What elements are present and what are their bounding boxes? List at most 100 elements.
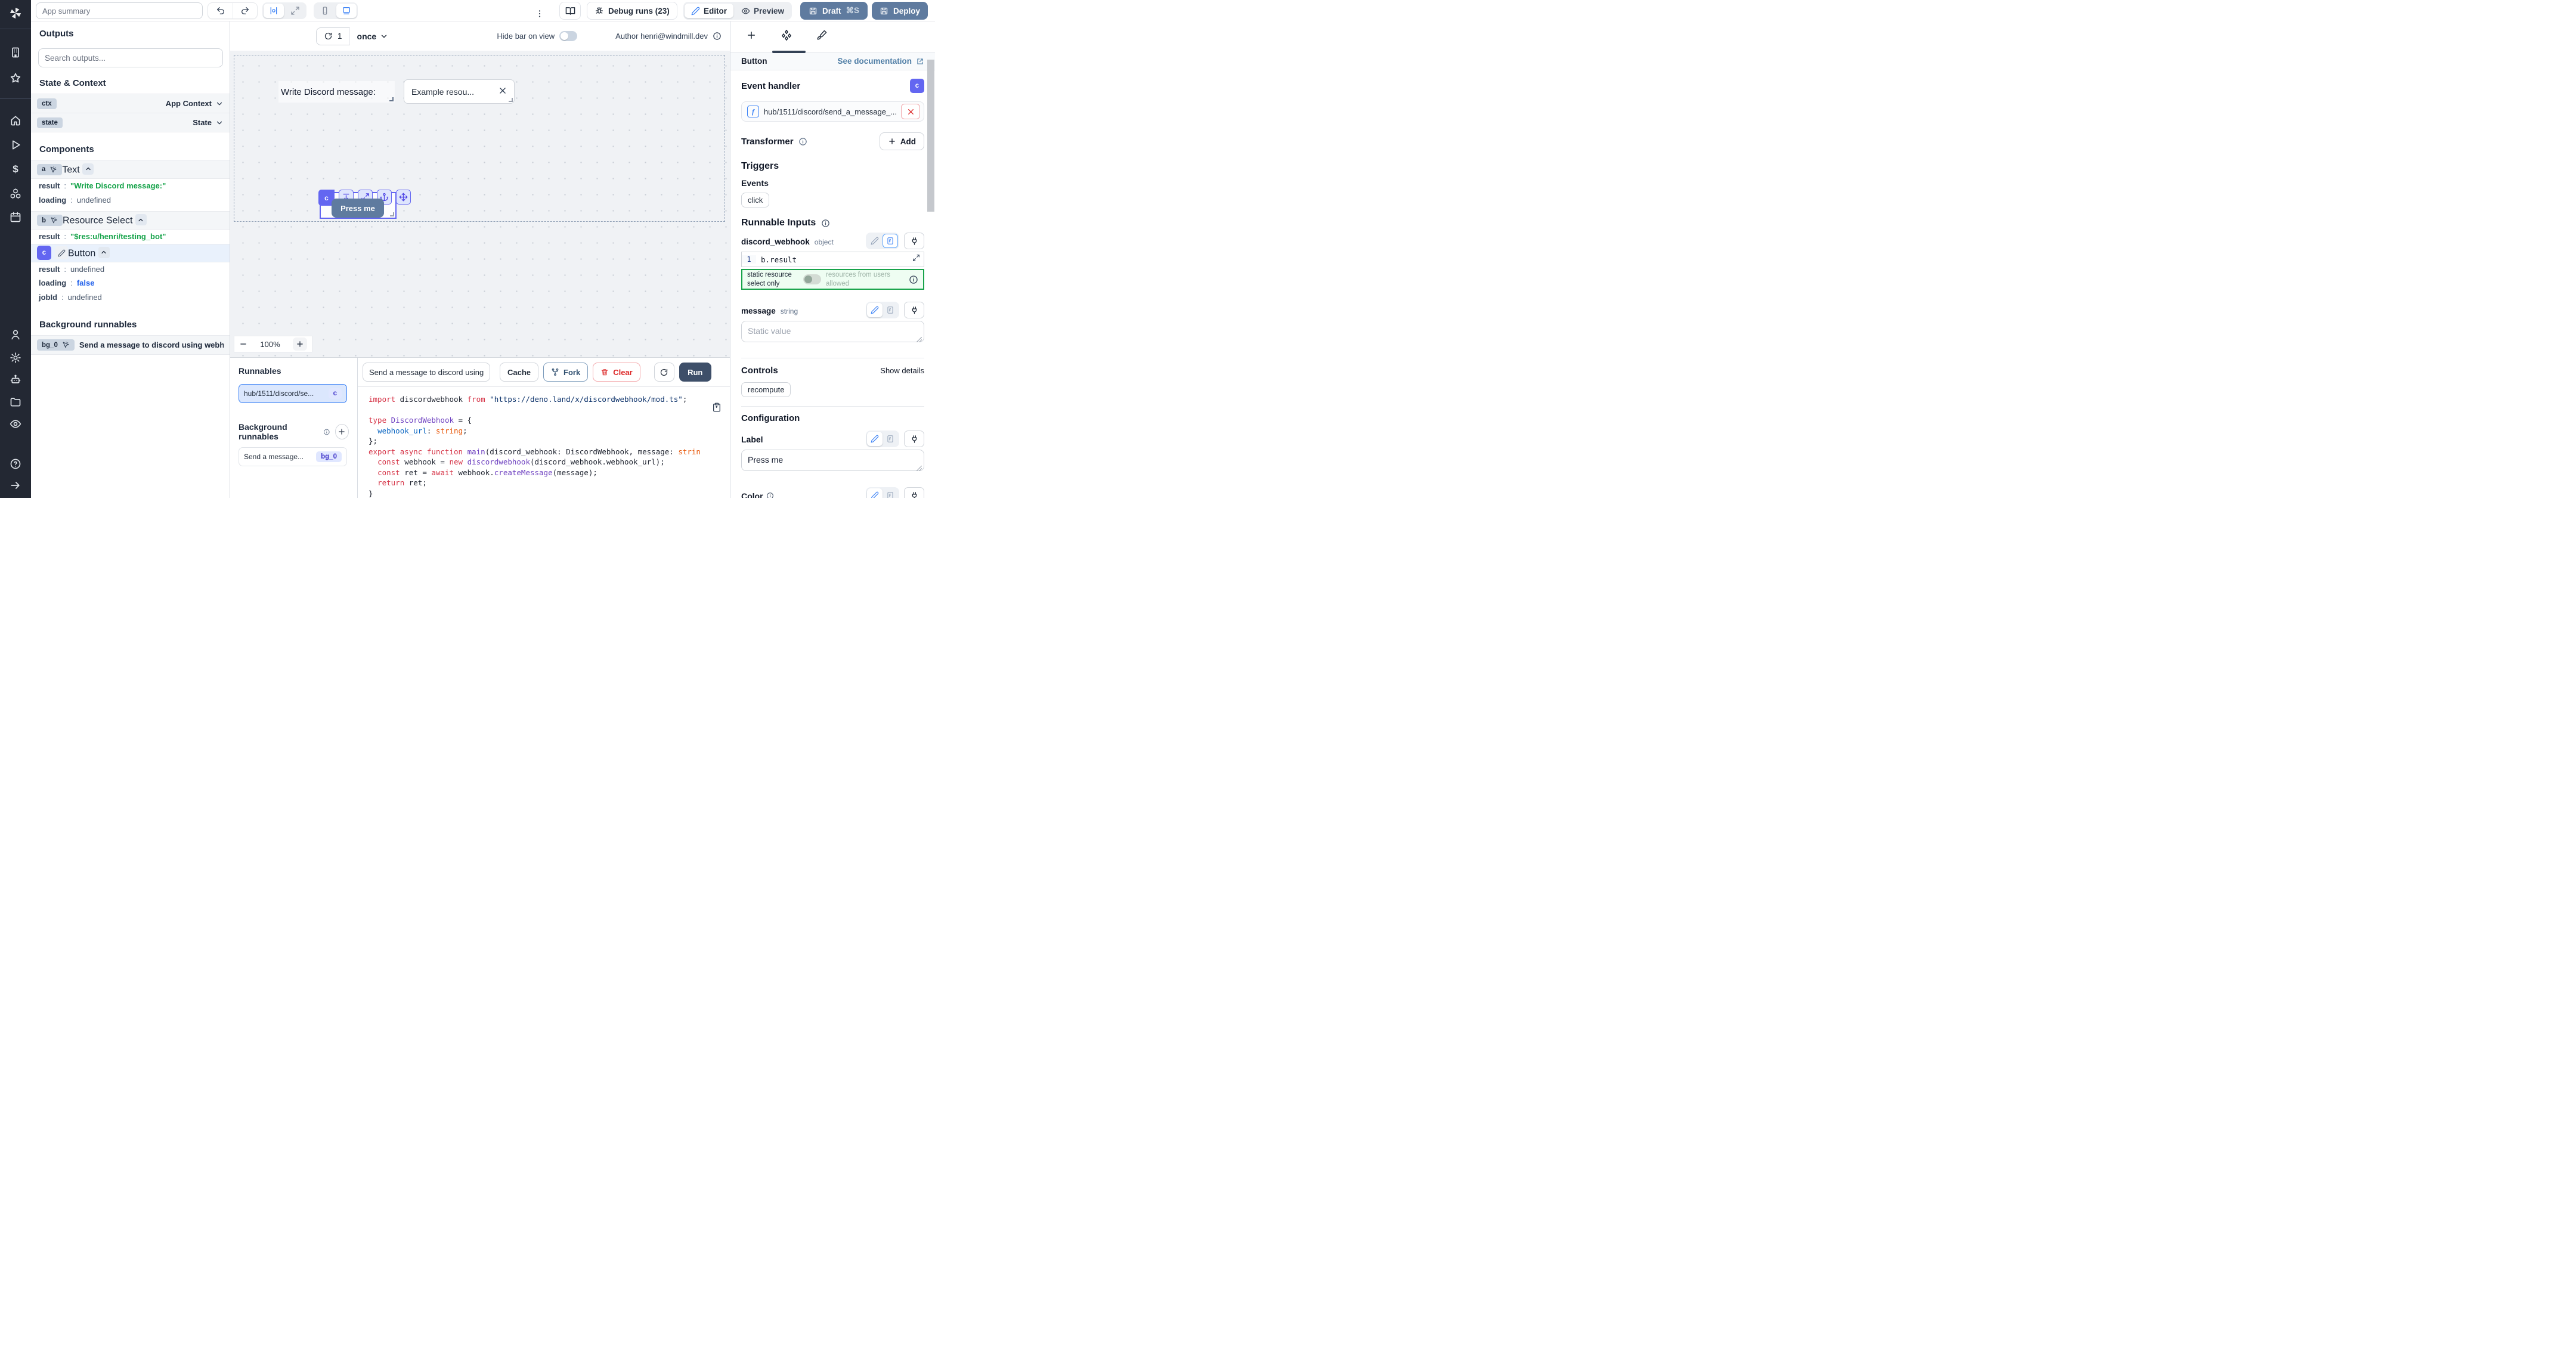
deploy-button[interactable]: Deploy	[872, 2, 928, 20]
runnable-name-input[interactable]	[363, 363, 490, 382]
tab-editor[interactable]: Editor	[685, 4, 733, 18]
refresh-mode-dropdown[interactable]: once	[350, 27, 396, 45]
mobile-view-button[interactable]	[315, 4, 335, 18]
static-pencil-icon[interactable]	[867, 488, 883, 498]
connect-plug-icon[interactable]	[904, 233, 924, 249]
expr-function-icon[interactable]	[883, 488, 898, 498]
expr-function-icon[interactable]	[883, 234, 898, 248]
info-icon[interactable]	[909, 275, 918, 284]
collapse-chevron-icon[interactable]	[135, 214, 147, 225]
show-details-link[interactable]: Show details	[880, 366, 924, 375]
event-handler-runnable[interactable]: f hub/1511/discord/send_a_message_...	[741, 101, 924, 122]
remove-runnable-button[interactable]	[901, 104, 920, 119]
zoom-out-button[interactable]	[239, 340, 247, 348]
redo-button[interactable]	[233, 3, 257, 18]
clear-button[interactable]: Clear	[593, 363, 640, 382]
refresh-code-button[interactable]	[654, 363, 674, 382]
undo-button[interactable]	[208, 3, 233, 18]
run-button[interactable]: Run	[679, 363, 711, 382]
copy-code-icon[interactable]	[712, 402, 722, 415]
app-canvas[interactable]: Write Discord message: Example resou... …	[230, 51, 730, 358]
workers-icon[interactable]	[8, 373, 23, 387]
debug-runs-button[interactable]: Debug runs (23)	[587, 2, 677, 20]
bg-runnable-item[interactable]: Send a message... bg_0	[239, 447, 347, 466]
collapse-arrow-icon[interactable]	[8, 478, 23, 493]
cache-button[interactable]: Cache	[500, 363, 538, 382]
output-row[interactable]: result:"Write Discord message:"	[31, 179, 230, 193]
static-pencil-icon[interactable]	[867, 432, 883, 446]
insert-component-tab[interactable]	[746, 30, 757, 44]
expr-function-icon[interactable]	[883, 303, 898, 317]
draft-button[interactable]: Draft ⌘S	[800, 2, 868, 20]
output-row[interactable]: result:undefined	[31, 262, 230, 277]
edit-id-pencil-icon[interactable]	[55, 246, 68, 259]
search-outputs-input[interactable]	[38, 48, 223, 67]
tab-preview[interactable]: Preview	[735, 4, 791, 18]
add-transformer-button[interactable]: Add	[880, 132, 924, 150]
fork-button[interactable]: Fork	[543, 363, 588, 382]
settings-gear-icon[interactable]	[8, 351, 23, 365]
connect-plug-icon[interactable]	[904, 431, 924, 447]
apps-icon[interactable]	[8, 45, 23, 60]
connect-plug-icon[interactable]	[904, 487, 924, 498]
hide-bar-toggle[interactable]	[559, 31, 577, 41]
connect-plug-icon[interactable]	[904, 302, 924, 318]
label-value-input[interactable]: Press me	[741, 450, 924, 471]
resize-handle[interactable]	[390, 212, 394, 216]
resize-handle[interactable]	[509, 98, 513, 102]
component-a-header[interactable]: a Text	[31, 160, 230, 179]
expr-function-icon[interactable]	[883, 432, 898, 446]
collapse-chevron-icon[interactable]	[82, 163, 94, 175]
add-background-runnable-button[interactable]	[335, 424, 349, 439]
ctx-row[interactable]: ctx App Context	[31, 94, 230, 113]
desktop-view-button[interactable]	[336, 4, 357, 18]
folders-icon[interactable]	[8, 395, 23, 409]
click-event-chip[interactable]: click	[741, 193, 769, 207]
fullwidth-layout-button[interactable]	[285, 4, 305, 18]
expand-editor-icon[interactable]	[912, 254, 920, 265]
message-static-input[interactable]	[741, 321, 924, 342]
schedules-icon[interactable]	[8, 210, 23, 224]
component-settings-tab[interactable]	[781, 29, 792, 44]
info-icon[interactable]	[713, 32, 722, 41]
windmill-logo-icon[interactable]	[8, 6, 23, 20]
variables-icon[interactable]: $	[8, 162, 23, 176]
expression-editor[interactable]: 1 b.result	[741, 252, 924, 267]
recompute-chip[interactable]: recompute	[741, 382, 791, 397]
resize-grip[interactable]	[917, 337, 922, 342]
bg0-row[interactable]: bg_0 Send a message to discord using web…	[31, 336, 230, 355]
chevron-down-icon[interactable]	[215, 119, 224, 127]
help-icon[interactable]	[8, 457, 23, 471]
move-icon[interactable]	[396, 190, 411, 205]
see-documentation-link[interactable]: See documentation	[837, 57, 924, 66]
resource-select-component[interactable]: Example resou...	[404, 79, 515, 104]
code-editor[interactable]: import discordwebhook from "https://deno…	[358, 386, 730, 498]
documentation-book-icon[interactable]	[559, 2, 581, 20]
user-icon[interactable]	[8, 327, 23, 342]
resize-grip[interactable]	[917, 466, 922, 471]
static-pencil-icon[interactable]	[867, 303, 883, 317]
styling-tab[interactable]	[816, 30, 827, 44]
resize-handle[interactable]	[389, 97, 394, 101]
collapse-chevron-icon[interactable]	[98, 247, 110, 258]
resources-icon[interactable]	[8, 187, 23, 201]
runnable-item-selected[interactable]: hub/1511/discord/se... c	[239, 384, 347, 403]
clear-select-icon[interactable]	[499, 86, 507, 97]
static-pencil-icon[interactable]	[867, 234, 883, 248]
app-summary-input[interactable]	[36, 2, 203, 19]
runs-icon[interactable]	[8, 138, 23, 152]
output-row[interactable]: loading:undefined	[31, 193, 230, 207]
chevron-down-icon[interactable]	[215, 100, 224, 108]
audit-eye-icon[interactable]	[8, 417, 23, 431]
output-row[interactable]: loading:false	[31, 276, 230, 290]
component-c-header[interactable]: c Button	[31, 244, 230, 262]
output-row[interactable]: jobId:undefined	[31, 290, 230, 305]
centered-layout-button[interactable]	[264, 4, 284, 18]
home-icon[interactable]	[8, 113, 23, 128]
component-b-header[interactable]: b Resource Select	[31, 211, 230, 230]
favorites-star-icon[interactable]	[8, 71, 23, 85]
text-component[interactable]: Write Discord message:	[278, 81, 395, 103]
output-row[interactable]: result:"$res:u/henri/testing_bot"	[31, 230, 230, 244]
state-row[interactable]: state State	[31, 113, 230, 132]
page-scrollbar[interactable]	[927, 60, 934, 212]
